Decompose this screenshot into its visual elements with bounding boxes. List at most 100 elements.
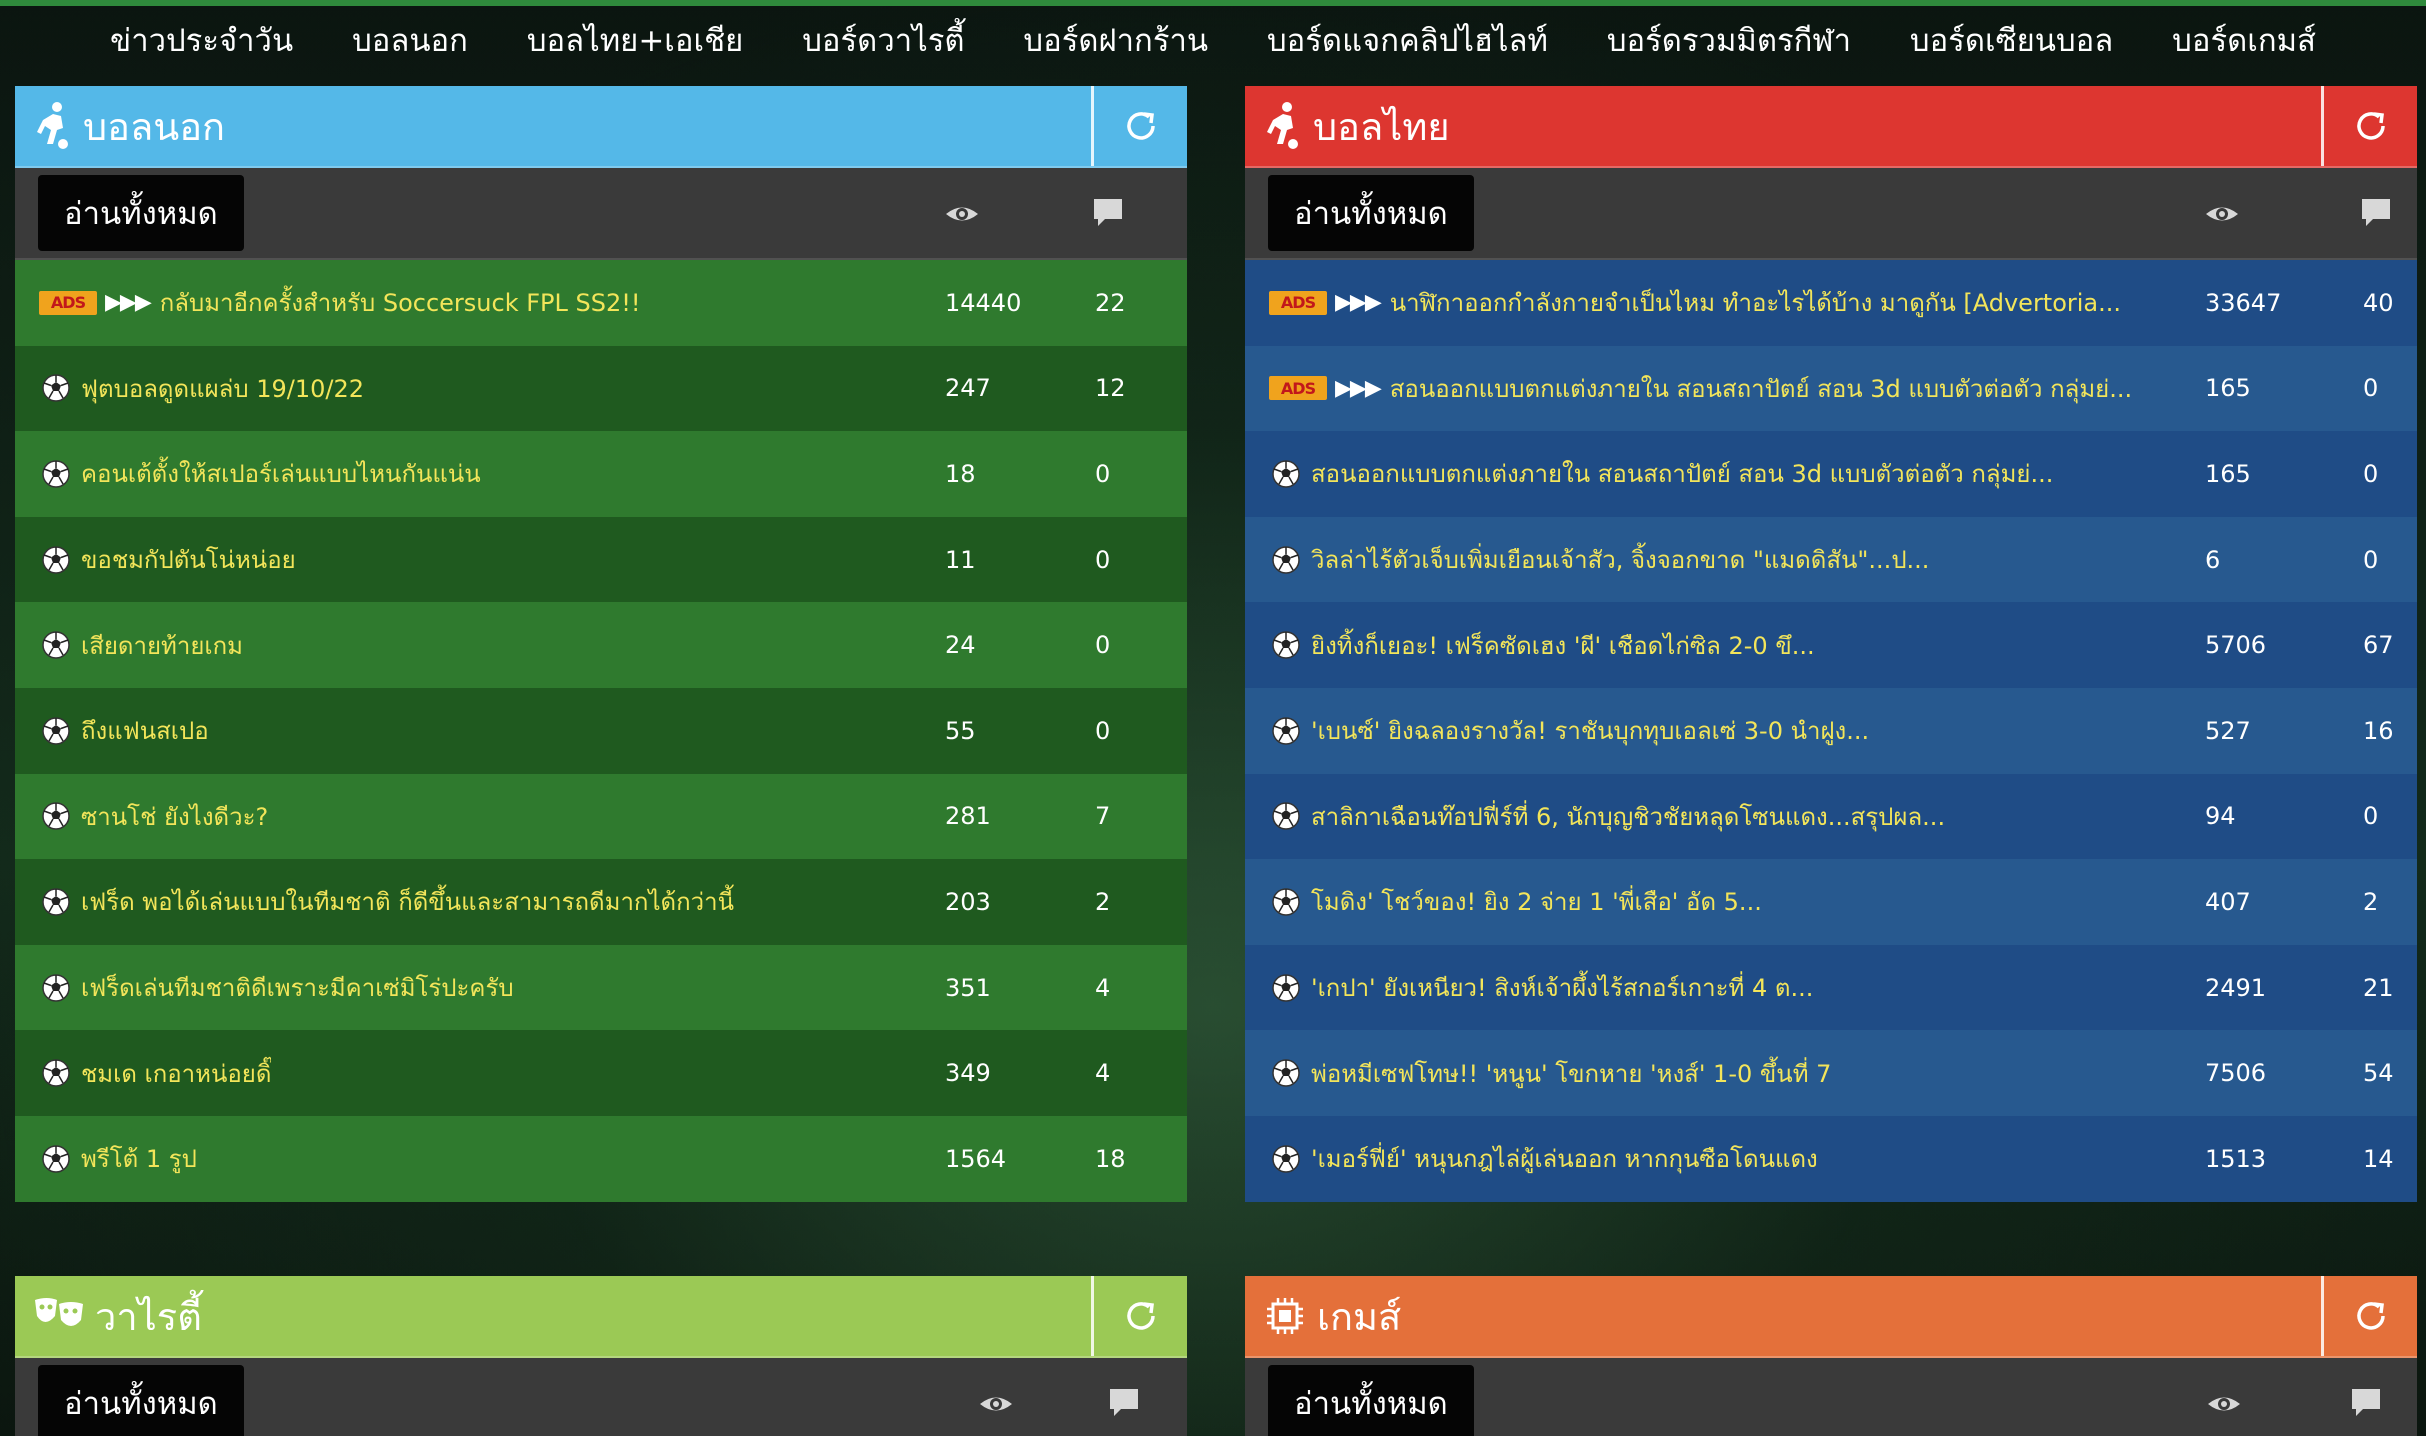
soccer-ball-icon xyxy=(42,460,70,488)
topic-title[interactable]: ชมเด เกอาหน่อยดิ๊ xyxy=(81,1054,271,1093)
refresh-button[interactable] xyxy=(1091,1276,1187,1356)
soccer-ball-icon xyxy=(1272,545,1300,574)
soccer-ball-icon xyxy=(1272,1144,1300,1173)
nav-thai-asia-football[interactable]: บอลไทย+เอเชีย xyxy=(527,15,743,65)
view-count: 165 xyxy=(2205,374,2251,403)
refresh-button[interactable] xyxy=(1091,86,1187,166)
nav-highlight-clip-board[interactable]: บอร์ดแจกคลิปไฮไลท์ xyxy=(1267,15,1548,65)
comment-count: 0 xyxy=(1095,545,1111,574)
refresh-button[interactable] xyxy=(2321,1276,2417,1356)
topic-row[interactable]: สอนออกแบบตกแต่งภายใน สอนสถาปัตย์ สอน 3d … xyxy=(1245,431,2417,517)
topic-title[interactable]: วิลล่าไร้ตัวเจ็บเพิ่มเยือนเจ้าสัว, จิ้งจ… xyxy=(1311,540,1929,579)
nav-daily-news[interactable]: ข่าวประจำวัน xyxy=(110,15,293,65)
topic-row[interactable]: ADS ▶▶▶ กลับมาอีกครั้งสำหรับ Soccersuck FP… xyxy=(15,260,1187,346)
view-count: 94 xyxy=(2205,802,2236,831)
topic-row[interactable]: เสียดายท้ายเกม 24 0 xyxy=(15,602,1187,688)
comment-count: 18 xyxy=(1095,1144,1126,1173)
arrows-icon: ▶▶▶ xyxy=(105,290,152,316)
topic-title[interactable]: เฟร็ด พอได้เล่นแบบในทีมชาติ ก็ดีขึ้นและส… xyxy=(81,882,734,921)
topic-row[interactable]: 'เมอร์ฟี่ย์' หนุนกฎไล่ผู้เล่นออก หากกุนซ… xyxy=(1245,1115,2417,1202)
topic-row[interactable]: ขอชมกัปตันโน่หน่อย 11 0 xyxy=(15,516,1187,603)
topic-title[interactable]: ขอชมกัปตันโน่หน่อย xyxy=(81,540,296,579)
view-count: 203 xyxy=(945,887,991,916)
topic-row[interactable]: 'เกปา' ยังเหนียว! สิงห์เจ้าผึ้งไร้สกอร์เ… xyxy=(1245,944,2417,1031)
comment-count: 0 xyxy=(2363,374,2379,403)
topic-row[interactable]: พ่อหมีเซฟโทษ!! 'หนูน' โขกหาย 'หงส์' 1-0 … xyxy=(1245,1030,2417,1116)
panel-toolbar: อ่านทั้งหมด xyxy=(1245,1358,2417,1436)
soccer-ball-icon xyxy=(1272,717,1300,745)
topic-title[interactable]: 'เมอร์ฟี่ย์' หนุนกฎไล่ผู้เล่นออก หากกุนซ… xyxy=(1311,1139,1818,1178)
topic-title[interactable]: เฟร็ดเล่นทีมชาติดีเพราะมีคาเซ่มิโร่ปะครั… xyxy=(81,968,514,1007)
topic-title[interactable]: ฟุตบอลดูดแผล่บ 19/10/22 xyxy=(81,369,364,408)
comment-count: 22 xyxy=(1095,288,1126,317)
nav-variety-board[interactable]: บอร์ดวาไรตี้ xyxy=(802,15,964,65)
nav-expert-board[interactable]: บอร์ดเซียนบอล xyxy=(1910,15,2113,65)
topic-title[interactable]: สอนออกแบบตกแต่งภายใน สอนสถาปัตย์ สอน 3d … xyxy=(1311,454,2053,493)
topic-row[interactable]: ซานโช่ ยังไงดีวะ? 281 7 xyxy=(15,773,1187,860)
topic-row[interactable]: ชมเด เกอาหน่อยดิ๊ 349 4 xyxy=(15,1030,1187,1116)
topic-title[interactable]: พรีโต้ 1 รูป xyxy=(81,1139,197,1178)
topic-row[interactable]: ฟุตบอลดูดแผล่บ 19/10/22 247 12 xyxy=(15,345,1187,432)
topic-row[interactable]: ADS ▶▶▶ นาฬิกาออกกำลังกายจำเป็นไหม ทำอะไรไ… xyxy=(1245,260,2417,346)
panel-header: บอลนอก xyxy=(15,86,1187,168)
topic-row[interactable]: วิลล่าไร้ตัวเจ็บเพิ่มเยือนเจ้าสัว, จิ้งจ… xyxy=(1245,516,2417,603)
topic-row[interactable]: สาลิกาเฉือนท๊อปฟี่ร์ที่ 6, นักบุญชิวชัยห… xyxy=(1245,773,2417,860)
view-count: 1513 xyxy=(2205,1144,2267,1173)
topic-title[interactable]: ยิงทิ้งก็เยอะ! เฟร็คซัดเฮง 'ผี' เชือดไก่… xyxy=(1311,626,1815,665)
topic-title[interactable]: คอนเต้ตั้งให้สเปอร์เล่นแบบไหนกันแน่น xyxy=(81,454,481,493)
topic-row[interactable]: พรีโต้ 1 รูป 1564 18 xyxy=(15,1115,1187,1202)
topic-row[interactable]: คอนเต้ตั้งให้สเปอร์เล่นแบบไหนกันแน่น 18 0 xyxy=(15,431,1187,517)
topic-row[interactable]: เฟร็ดเล่นทีมชาติดีเพราะมีคาเซ่มิโร่ปะครั… xyxy=(15,944,1187,1031)
refresh-button[interactable] xyxy=(2321,86,2417,166)
view-count: 247 xyxy=(945,374,991,403)
view-count: 55 xyxy=(945,716,976,745)
foreign-football-panel: บอลนอก อ่านทั้งหมด ADS ▶▶▶ กลับมาอีกครั้งส… xyxy=(15,86,1187,1202)
topic-title[interactable]: เสียดายท้ายเกม xyxy=(81,626,243,665)
eye-icon xyxy=(2208,1397,2240,1411)
topic-title[interactable]: 'เบนซ์' ยิงฉลองรางวัล! ราชันบุกทุบเอลเซ่… xyxy=(1311,711,1869,750)
topic-title[interactable]: ซานโช่ ยังไงดีวะ? xyxy=(81,797,268,836)
topic-row[interactable]: ถึงแฟนสเปอ 55 0 xyxy=(15,687,1187,774)
nav-shop-board[interactable]: บอร์ดฝากร้าน xyxy=(1023,15,1208,65)
variety-panel: วาไรตี้ อ่านทั้งหมด xyxy=(15,1276,1187,1436)
topic-title[interactable]: สอนออกแบบตกแต่งภายใน สอนสถาปัตย์ สอน 3d … xyxy=(1390,369,2132,408)
topic-row[interactable]: เฟร็ด พอได้เล่นแบบในทีมชาติ ก็ดีขึ้นและส… xyxy=(15,859,1187,945)
panel-title: วาไรตี้ xyxy=(95,1294,202,1339)
soccer-ball-icon xyxy=(1272,460,1300,488)
nav-foreign-football[interactable]: บอลนอก xyxy=(352,15,468,65)
topic-title[interactable]: กลับมาอีกครั้งสำหรับ Soccersuck FPL SS2!… xyxy=(160,283,641,322)
panel-title: บอลนอก xyxy=(83,104,226,149)
eye-icon xyxy=(980,1397,1012,1411)
arrows-icon: ▶▶▶ xyxy=(1335,375,1382,401)
eye-icon xyxy=(946,207,978,221)
topic-title[interactable]: สาลิกาเฉือนท๊อปฟี่ร์ที่ 6, นักบุญชิวชัยห… xyxy=(1311,797,1945,836)
comment-count: 0 xyxy=(1095,631,1111,660)
view-count: 407 xyxy=(2205,887,2251,916)
nav-games-board[interactable]: บอร์ดเกมส์ xyxy=(2172,15,2316,65)
comment-count: 14 xyxy=(2363,1144,2394,1173)
comment-count: 4 xyxy=(1095,1059,1111,1088)
topic-title[interactable]: นาฬิกาออกกำลังกายจำเป็นไหม ทำอะไรได้บ้าง… xyxy=(1390,283,2121,322)
topic-title[interactable]: โมดิง' โชว์ของ! ยิง 2 จ่าย 1 'พี่เสือ' อ… xyxy=(1311,882,1762,921)
view-count: 24 xyxy=(945,631,976,660)
topic-title[interactable]: ถึงแฟนสเปอ xyxy=(81,711,209,750)
read-all-button[interactable]: อ่านทั้งหมด xyxy=(38,1365,244,1436)
nav-sports-board[interactable]: บอร์ดรวมมิตรกีฬา xyxy=(1607,15,1851,65)
topic-row[interactable]: โมดิง' โชว์ของ! ยิง 2 จ่าย 1 'พี่เสือ' อ… xyxy=(1245,859,2417,945)
soccer-ball-icon xyxy=(1272,631,1300,659)
soccer-ball-icon xyxy=(42,888,70,916)
comment-icon xyxy=(2352,1389,2380,1416)
read-all-button[interactable]: อ่านทั้งหมด xyxy=(38,175,244,251)
comment-count: 0 xyxy=(1095,459,1111,488)
topic-title[interactable]: พ่อหมีเซฟโทษ!! 'หนูน' โขกหาย 'หงส์' 1-0 … xyxy=(1311,1054,1831,1093)
topic-row[interactable]: ยิงทิ้งก็เยอะ! เฟร็คซัดเฮง 'ผี' เชือดไก่… xyxy=(1245,602,2417,688)
topic-title[interactable]: 'เกปา' ยังเหนียว! สิงห์เจ้าผึ้งไร้สกอร์เ… xyxy=(1311,968,1813,1007)
eye-icon xyxy=(2206,207,2238,221)
read-all-button[interactable]: อ่านทั้งหมด xyxy=(1268,175,1474,251)
comment-count: 0 xyxy=(2363,459,2379,488)
topic-row[interactable]: 'เบนซ์' ยิงฉลองรางวัล! ราชันบุกทุบเอลเซ่… xyxy=(1245,687,2417,774)
panel-title: บอลไทย xyxy=(1313,104,1450,149)
topic-row[interactable]: ADS ▶▶▶ สอนออกแบบตกแต่งภายใน สอนสถาปัตย์ ส… xyxy=(1245,345,2417,432)
comment-count: 2 xyxy=(2363,887,2379,916)
read-all-button[interactable]: อ่านทั้งหมด xyxy=(1268,1365,1474,1436)
